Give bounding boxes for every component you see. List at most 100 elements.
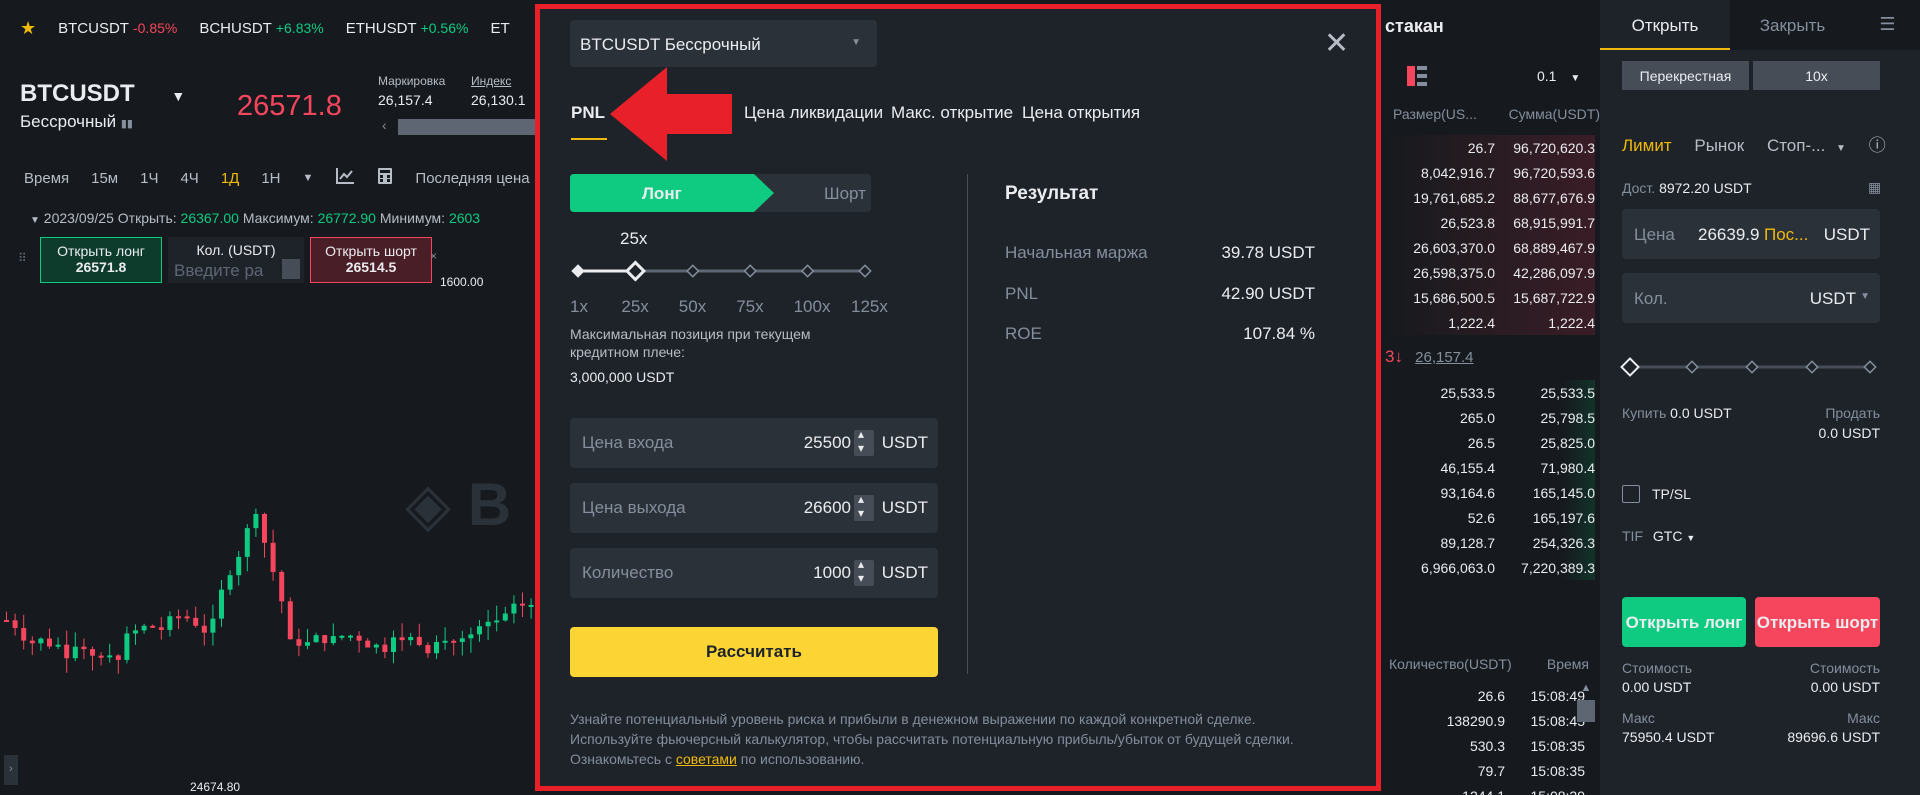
header-scrollbar[interactable]: ‹ (382, 117, 535, 137)
leverage-tick-label[interactable]: 100x (794, 297, 831, 317)
quick-open-short-button[interactable]: Открыть шорт 26514.5 (310, 237, 432, 283)
tab-open-price[interactable]: Цена открытия (1022, 103, 1140, 123)
symbol-header[interactable]: BTCUSDT ▼ Бессрочный ▮▮ (20, 80, 185, 132)
price-input[interactable]: Цена 26639.9 Пос... USDT (1622, 209, 1880, 259)
indicators-icon[interactable] (335, 167, 355, 189)
order-panel: Открыть Закрыть ☰ Перекрестная 10x Лимит… (1600, 0, 1920, 795)
calculator-icon[interactable] (377, 167, 393, 189)
bid-row[interactable]: 6,966,063.0 7,220,389.3 (1385, 555, 1595, 580)
ask-row[interactable]: 26,603,370.0 68,889,467.9 (1385, 235, 1595, 260)
slider-tick (743, 264, 757, 278)
trades-scrollbar[interactable]: ▲ (1577, 682, 1595, 795)
leverage-tick-label[interactable]: 50x (679, 297, 706, 317)
tpsl-checkbox[interactable]: TP/SL (1622, 485, 1691, 503)
last-price-label[interactable]: Последняя цена (415, 170, 529, 187)
leverage-tick-label[interactable]: 1x (570, 297, 588, 317)
open-short-button[interactable]: Открыть шорт (1755, 597, 1880, 647)
ask-row[interactable]: 15,686,500.5 15,687,722.9 (1385, 285, 1595, 310)
tab-liquidation-price[interactable]: Цена ликвидации (744, 103, 883, 123)
quick-open-long-button[interactable]: Открыть лонг 26571.8 (40, 237, 162, 283)
contract-select[interactable]: BTCUSDT Бессрочный ▼ (570, 20, 877, 67)
tf-4h[interactable]: 4Ч (180, 170, 198, 187)
stepper-icon[interactable] (854, 557, 874, 586)
close-icon[interactable]: × (430, 249, 437, 263)
chevron-down-icon[interactable]: ▼ (303, 172, 314, 184)
orderbook-header: Размер(US... Сумма(USDT) (1393, 106, 1600, 122)
close-icon[interactable]: ✕ (1324, 29, 1349, 59)
leverage-tick-label[interactable]: 75x (736, 297, 763, 317)
trade-time: 15:08:45 (1530, 712, 1586, 729)
side-short-button[interactable]: Шорт (824, 184, 866, 204)
entry-price-field[interactable]: Цена входа25500 USDT (570, 418, 938, 468)
tab-close[interactable]: Закрыть (1730, 0, 1855, 50)
order-type-tabs: Лимит Рынок Стоп-... ▼ ⓘ (1622, 131, 1886, 156)
ticker-item[interactable]: ET (490, 20, 509, 37)
bid-row[interactable]: 93,164.6 165,145.0 (1385, 480, 1596, 505)
chart-expand-handle[interactable]: › (4, 755, 18, 785)
tf-1h[interactable]: 1Ч (140, 170, 158, 187)
stepper-icon[interactable] (854, 427, 874, 456)
bid-row[interactable]: 265.0 25,798.5 (1385, 405, 1595, 430)
tf-15m[interactable]: 15м (91, 170, 118, 187)
ticker-item[interactable]: BTCUSDT -0.85% (58, 20, 177, 37)
order-type-market[interactable]: Рынок (1694, 136, 1744, 155)
last-price-shortcut[interactable]: Пос... (1764, 225, 1808, 245)
chevron-down-icon[interactable]: ▼ (1860, 291, 1870, 302)
tf-1w[interactable]: 1Н (261, 170, 280, 187)
side-long-button[interactable]: Лонг (642, 184, 682, 204)
candle-body (244, 528, 250, 557)
ask-row[interactable]: 26,523.8 68,915,991.7 (1385, 210, 1596, 235)
cost-long: Стоимость 0.00 USDT (1622, 660, 1693, 695)
mid-price-row[interactable]: 3↓ 26,157.4 (1385, 347, 1474, 367)
open-long-button[interactable]: Открыть лонг (1622, 597, 1746, 647)
collapse-icon[interactable]: ▼ (30, 215, 40, 226)
stepper-icon[interactable] (854, 492, 874, 521)
tips-link[interactable]: советами (676, 751, 737, 767)
bid-row[interactable]: 89,128.7 254,326.3 (1385, 530, 1596, 555)
quick-qty-field[interactable]: Кол. (USDT) Введите ра (168, 237, 304, 283)
margin-mode-button[interactable]: Перекрестная (1622, 61, 1749, 90)
precision-select[interactable]: 0.1 ▼ (1537, 68, 1580, 84)
order-type-stop[interactable]: Стоп-... (1767, 136, 1825, 155)
info-icon[interactable]: ⓘ (1869, 136, 1886, 155)
quantity-input[interactable]: Кол. USDT ▼ (1622, 273, 1880, 323)
star-icon[interactable]: ★ (20, 18, 36, 39)
tif-select[interactable]: TIF GTC ▼ (1622, 528, 1695, 544)
ask-row[interactable]: 1,222.4 1,222.4 (1385, 310, 1595, 335)
calculate-button[interactable]: Рассчитать (570, 627, 938, 677)
chevron-down-icon[interactable]: ▼ (171, 88, 185, 104)
candle-body (416, 636, 422, 646)
leverage-tick-label[interactable]: 25x (621, 297, 648, 317)
tf-1d[interactable]: 1Д (221, 170, 240, 187)
leverage-button[interactable]: 10x (1753, 61, 1880, 90)
bid-row[interactable]: 46,155.4 71,980.4 (1385, 455, 1596, 480)
leverage-tick-label[interactable]: 125x (851, 297, 888, 317)
ticker-item[interactable]: BCHUSDT +6.83% (199, 20, 323, 37)
settings-sliders-icon[interactable]: ☰ (1855, 0, 1920, 50)
amount-slider[interactable] (1618, 355, 1883, 379)
transfer-icon[interactable]: ▦ (1868, 179, 1881, 196)
trade-row: 79.7 15:08:35 (1385, 758, 1585, 783)
book-layout-icon[interactable] (1407, 66, 1427, 89)
qty-stepper[interactable] (282, 259, 300, 279)
tab-pnl[interactable]: PNL (571, 103, 605, 123)
chevron-down-icon[interactable]: ▼ (1836, 143, 1846, 154)
ticker-item[interactable]: ETHUSDT +0.56% (346, 20, 469, 37)
bid-row[interactable]: 26.5 25,825.0 (1385, 430, 1595, 455)
unit-select[interactable]: USDT (1810, 289, 1856, 309)
ask-row[interactable]: 26,598,375.0 42,286,097.9 (1385, 260, 1595, 285)
exit-price-field[interactable]: Цена выхода26600 USDT (570, 483, 938, 533)
ask-row[interactable]: 26.7 96,720,620.3 (1385, 135, 1595, 160)
tab-open[interactable]: Открыть (1600, 0, 1730, 50)
tf-time[interactable]: Время (24, 170, 69, 187)
bid-row[interactable]: 52.6 165,197.6 (1385, 505, 1595, 530)
ask-row[interactable]: 19,761,685.2 88,677,676.9 (1385, 185, 1595, 210)
leverage-slider[interactable] (570, 259, 875, 283)
quantity-field[interactable]: Количество1000 USDT (570, 548, 938, 598)
candle-body (511, 603, 517, 614)
drag-handle-icon[interactable]: ⠿ (18, 251, 27, 265)
ask-row[interactable]: 8,042,916.7 96,720,593.6 (1385, 160, 1595, 185)
tab-max-open[interactable]: Макс. открытие (891, 103, 1013, 123)
order-type-limit[interactable]: Лимит (1622, 136, 1672, 155)
bid-row[interactable]: 25,533.5 25,533.5 (1385, 380, 1596, 405)
